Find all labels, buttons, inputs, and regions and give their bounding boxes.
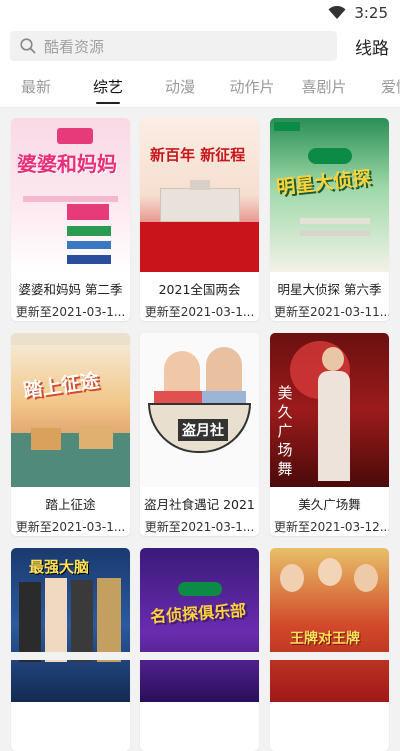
video-card[interactable]: 最强大脑: [11, 548, 130, 751]
poster-image: 新百年 新征程: [140, 118, 259, 272]
video-card[interactable]: 明星大侦探 明星大侦探 第六季 更新至2021-03-11...: [270, 118, 389, 321]
category-tabs: 最新 综艺 动漫 动作片 喜剧片 爱情: [0, 66, 400, 108]
bottom-strip: [0, 652, 400, 660]
card-update: 更新至2021-03-11...: [274, 305, 389, 319]
poster-image: 王牌对王牌: [270, 548, 389, 702]
video-card[interactable]: 踏上征途 踏上征途 更新至2021-03-1...: [11, 333, 130, 536]
search-input[interactable]: 酷看资源: [10, 31, 337, 61]
tab-variety[interactable]: 综艺: [72, 66, 144, 107]
poster-title: 婆婆和妈妈: [17, 152, 117, 176]
clock: 3:25: [354, 4, 388, 22]
route-button[interactable]: 线路: [355, 34, 389, 59]
card-update: 更新至2021-03-1...: [15, 520, 126, 534]
poster-image: 美久广场舞: [270, 333, 389, 487]
video-card[interactable]: 美久广场舞 美久广场舞 更新至2021-03-12...: [270, 333, 389, 536]
poster-title: 最强大脑: [29, 558, 90, 576]
poster-image: 踏上征途: [11, 333, 130, 487]
poster-image: 名侦探俱乐部: [140, 548, 259, 702]
poster-image: 婆婆和妈妈: [11, 118, 130, 272]
card-title: 踏上征途: [45, 497, 96, 512]
poster-title: 踏上征途: [22, 369, 101, 403]
card-title: 婆婆和妈妈 第二季: [18, 282, 123, 297]
top-bar: 酷看资源 线路: [0, 26, 400, 66]
tab-comedy[interactable]: 喜剧片: [288, 66, 360, 107]
poster-image: 盗月社: [140, 333, 259, 487]
tab-anime[interactable]: 动漫: [144, 66, 216, 107]
poster-title: 美久广场舞: [275, 385, 294, 480]
card-title: 美久广场舞: [298, 497, 361, 512]
poster-title: 王牌对王牌: [290, 631, 360, 647]
poster-title: 名侦探俱乐部: [149, 600, 247, 627]
tab-latest[interactable]: 最新: [0, 66, 72, 107]
poster-title: 明星大侦探: [275, 167, 373, 199]
video-card[interactable]: 王牌对王牌: [270, 548, 389, 751]
tab-action[interactable]: 动作片: [216, 66, 288, 107]
video-card[interactable]: 名侦探俱乐部: [140, 548, 259, 751]
video-card[interactable]: 婆婆和妈妈 婆婆和妈妈 第二季 更新至2021-03-1...: [11, 118, 130, 321]
video-card[interactable]: 新百年 新征程 2021全国两会 更新至2021-03-1...: [140, 118, 259, 321]
card-title: 盗月社食遇记 2021: [144, 497, 255, 512]
poster-image: 明星大侦探: [270, 118, 389, 272]
card-update: 更新至2021-03-1...: [15, 305, 126, 319]
card-title: 2021全国两会: [158, 282, 241, 297]
card-update: 更新至2021-03-1...: [144, 520, 255, 534]
search-icon: [20, 38, 36, 54]
card-title: 明星大侦探 第六季: [277, 282, 382, 297]
status-bar: 3:25: [0, 0, 400, 26]
wifi-icon: [328, 6, 346, 19]
poster-title: 新百年 新征程: [150, 146, 246, 164]
poster-image: 最强大脑: [11, 548, 130, 702]
poster-title: 盗月社: [178, 419, 228, 441]
card-update: 更新至2021-03-12...: [274, 520, 389, 534]
search-placeholder: 酷看资源: [44, 37, 105, 56]
tab-romance[interactable]: 爱情: [360, 66, 400, 107]
card-update: 更新至2021-03-1...: [144, 305, 255, 319]
video-card[interactable]: 盗月社 盗月社食遇记 2021 更新至2021-03-1...: [140, 333, 259, 536]
